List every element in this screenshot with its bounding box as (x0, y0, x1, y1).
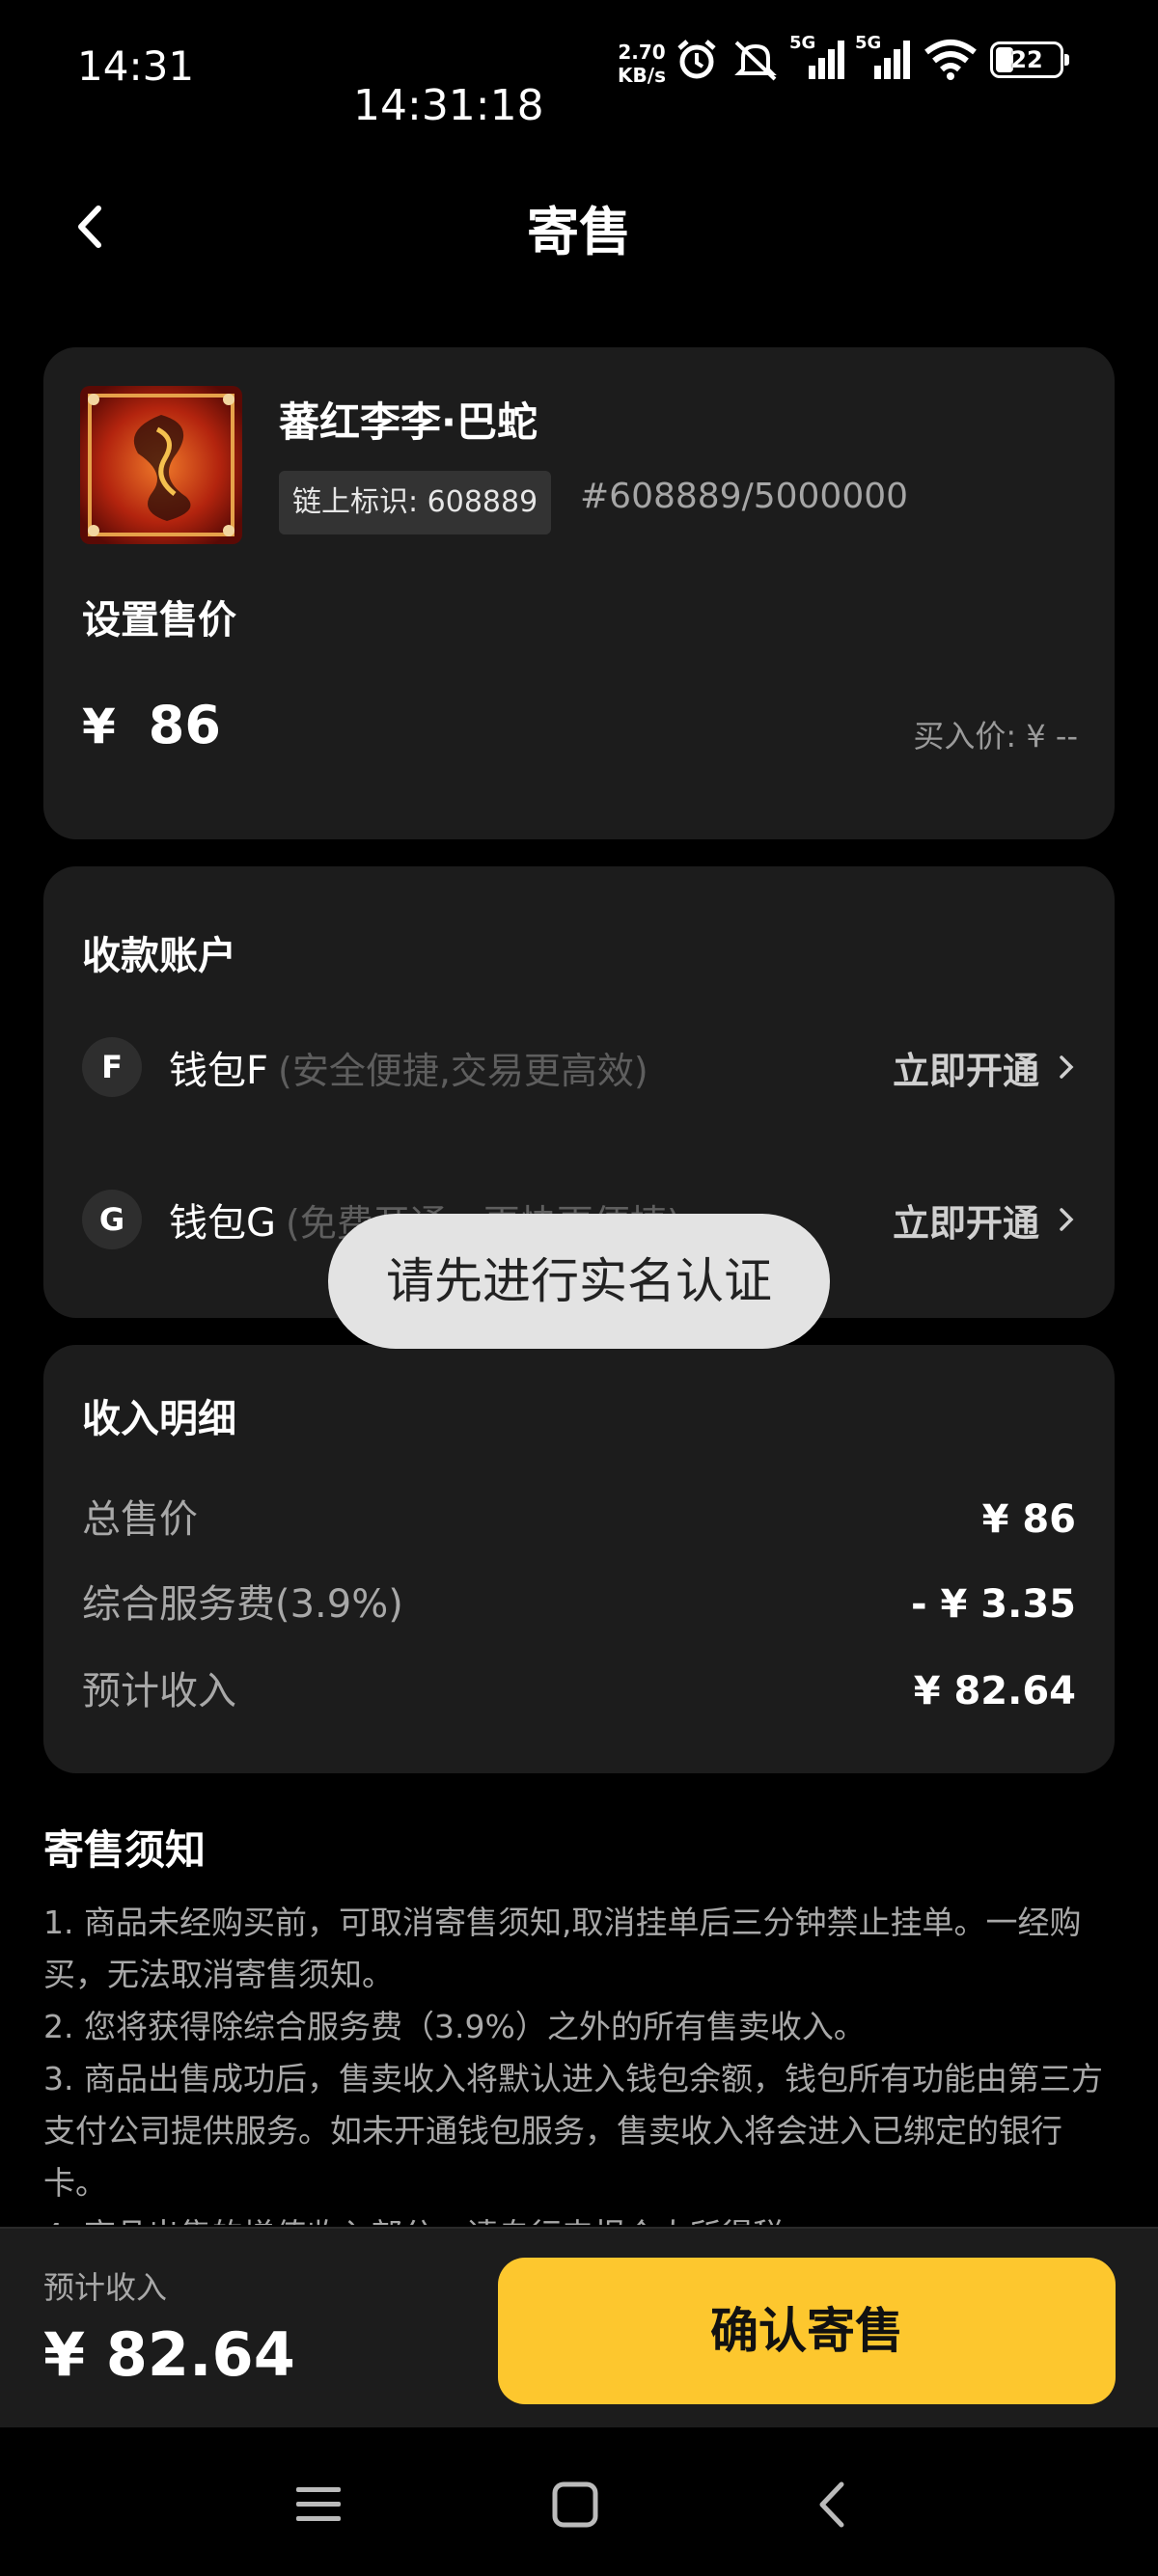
page-title: 寄售 (527, 202, 631, 262)
mute-icon (734, 41, 777, 81)
income-row-fee: 综合服务费(3.9%) - ¥ 3.35 (82, 1573, 1076, 1629)
wifi-icon (924, 40, 977, 80)
status-time: 14:31 (77, 42, 195, 90)
nav-back-button[interactable] (793, 2466, 870, 2543)
notice-line: 4. 商品出售的增值收入部分，请自行申报个人所得税。 (43, 2209, 1115, 2225)
chain-id-tag: 链上标识: 608889 (279, 471, 552, 534)
menu-icon (296, 2487, 341, 2521)
signal-icon: 5G (855, 33, 911, 81)
notice-title: 寄售须知 (43, 1826, 207, 1874)
income-row-estimate: 预计收入 ¥ 82.64 (82, 1659, 1076, 1715)
notice-body: 1. 商品未经购买前，可取消寄售须知,取消挂单后三分钟禁止挂单。一经购买，无法取… (43, 1897, 1115, 2225)
home-button[interactable] (537, 2466, 614, 2543)
bottom-action-bar: 预计收入 ¥ 82.64 确认寄售 (0, 2227, 1158, 2427)
income-value: ¥ 86 (981, 1497, 1076, 1542)
activate-label: 立即开通 (892, 1201, 1039, 1245)
product-thumbnail[interactable] (80, 386, 242, 544)
wallet-badge: G (82, 1190, 142, 1249)
notice-line: 2. 您将获得除综合服务费（3.9%）之外的所有售卖收入。 (43, 2008, 866, 2045)
section-title-income: 收入明细 (82, 1397, 236, 1441)
activate-label: 立即开通 (892, 1049, 1039, 1092)
chevron-right-icon (1060, 1208, 1074, 1231)
signal-icon: 5G (789, 33, 845, 81)
wallet-badge: F (82, 1037, 142, 1097)
net-speed: 2.70 KB/s (614, 41, 670, 87)
income-value: ¥ 82.64 (913, 1669, 1076, 1713)
menu-button[interactable] (280, 2466, 357, 2543)
product-serial: #608889/5000000 (580, 477, 909, 516)
activate-wallet-g-button[interactable]: 立即开通 (893, 1193, 1076, 1247)
net-speed-value: 2.70 (618, 41, 666, 64)
currency-symbol: ¥ (82, 699, 116, 754)
system-nav-bar (0, 2427, 1158, 2576)
network-label: 5G (789, 33, 816, 53)
network-label: 5G (855, 33, 882, 53)
price-input-row[interactable]: ¥ 86 (82, 695, 221, 755)
battery-icon: 22 (990, 41, 1069, 78)
notice-line: 1. 商品未经购买前，可取消寄售须知,取消挂单后三分钟禁止挂单。一经购买，无法取… (43, 1904, 1082, 1993)
activate-wallet-f-button[interactable]: 立即开通 (893, 1041, 1076, 1094)
battery-level: 22 (1010, 46, 1043, 73)
wallet-desc: (安全便捷,交易更高效) (278, 1049, 648, 1092)
product-name: 蕃红李李·巴蛇 (279, 398, 538, 446)
product-card: 蕃红李李·巴蛇 链上标识: 608889 #608889/5000000 设置售… (43, 347, 1115, 839)
header: 寄售 (0, 164, 1158, 289)
notice-line: 3. 商品出售成功后，售卖收入将默认进入钱包余额，钱包所有功能由第三方支付公司提… (43, 2060, 1103, 2202)
income-row-total: 总售价 ¥ 86 (82, 1488, 1076, 1544)
income-label: 预计收入 (82, 1669, 236, 1713)
section-title-account: 收款账户 (82, 934, 236, 978)
wallet-name: 钱包F (169, 1049, 269, 1093)
estimated-income-label: 预计收入 (43, 2269, 168, 2306)
buy-price: 买入价: ¥ -- (913, 718, 1078, 754)
set-price-label: 设置售价 (82, 598, 236, 643)
wallet-row-f[interactable]: F 钱包F (安全便捷,交易更高效) 立即开通 (82, 1028, 1076, 1106)
toast-message: 请先进行实名认证 (328, 1214, 830, 1349)
income-value: - ¥ 3.35 (911, 1582, 1076, 1627)
status-bar: 14:31 14:31:18 2.70 KB/s 5G 5G 22 (0, 0, 1158, 145)
income-label: 总售价 (82, 1497, 198, 1542)
back-triangle-icon (819, 2481, 844, 2528)
status-icons: 5G 5G 22 (676, 33, 1069, 81)
home-square-icon (552, 2481, 598, 2528)
price-input[interactable]: 86 (149, 695, 221, 755)
confirm-consign-button[interactable]: 确认寄售 (498, 2258, 1116, 2404)
alarm-icon (677, 40, 716, 79)
chevron-right-icon (1060, 1055, 1074, 1079)
estimated-income-value: ¥ 82.64 (43, 2319, 295, 2390)
income-detail-card: 收入明细 总售价 ¥ 86 综合服务费(3.9%) - ¥ 3.35 预计收入 … (43, 1345, 1115, 1773)
clock-overlay: 14:31:18 (353, 81, 544, 130)
net-speed-unit: KB/s (618, 64, 666, 87)
wallet-name: 钱包G (169, 1201, 276, 1246)
income-label: 综合服务费(3.9%) (82, 1582, 403, 1627)
